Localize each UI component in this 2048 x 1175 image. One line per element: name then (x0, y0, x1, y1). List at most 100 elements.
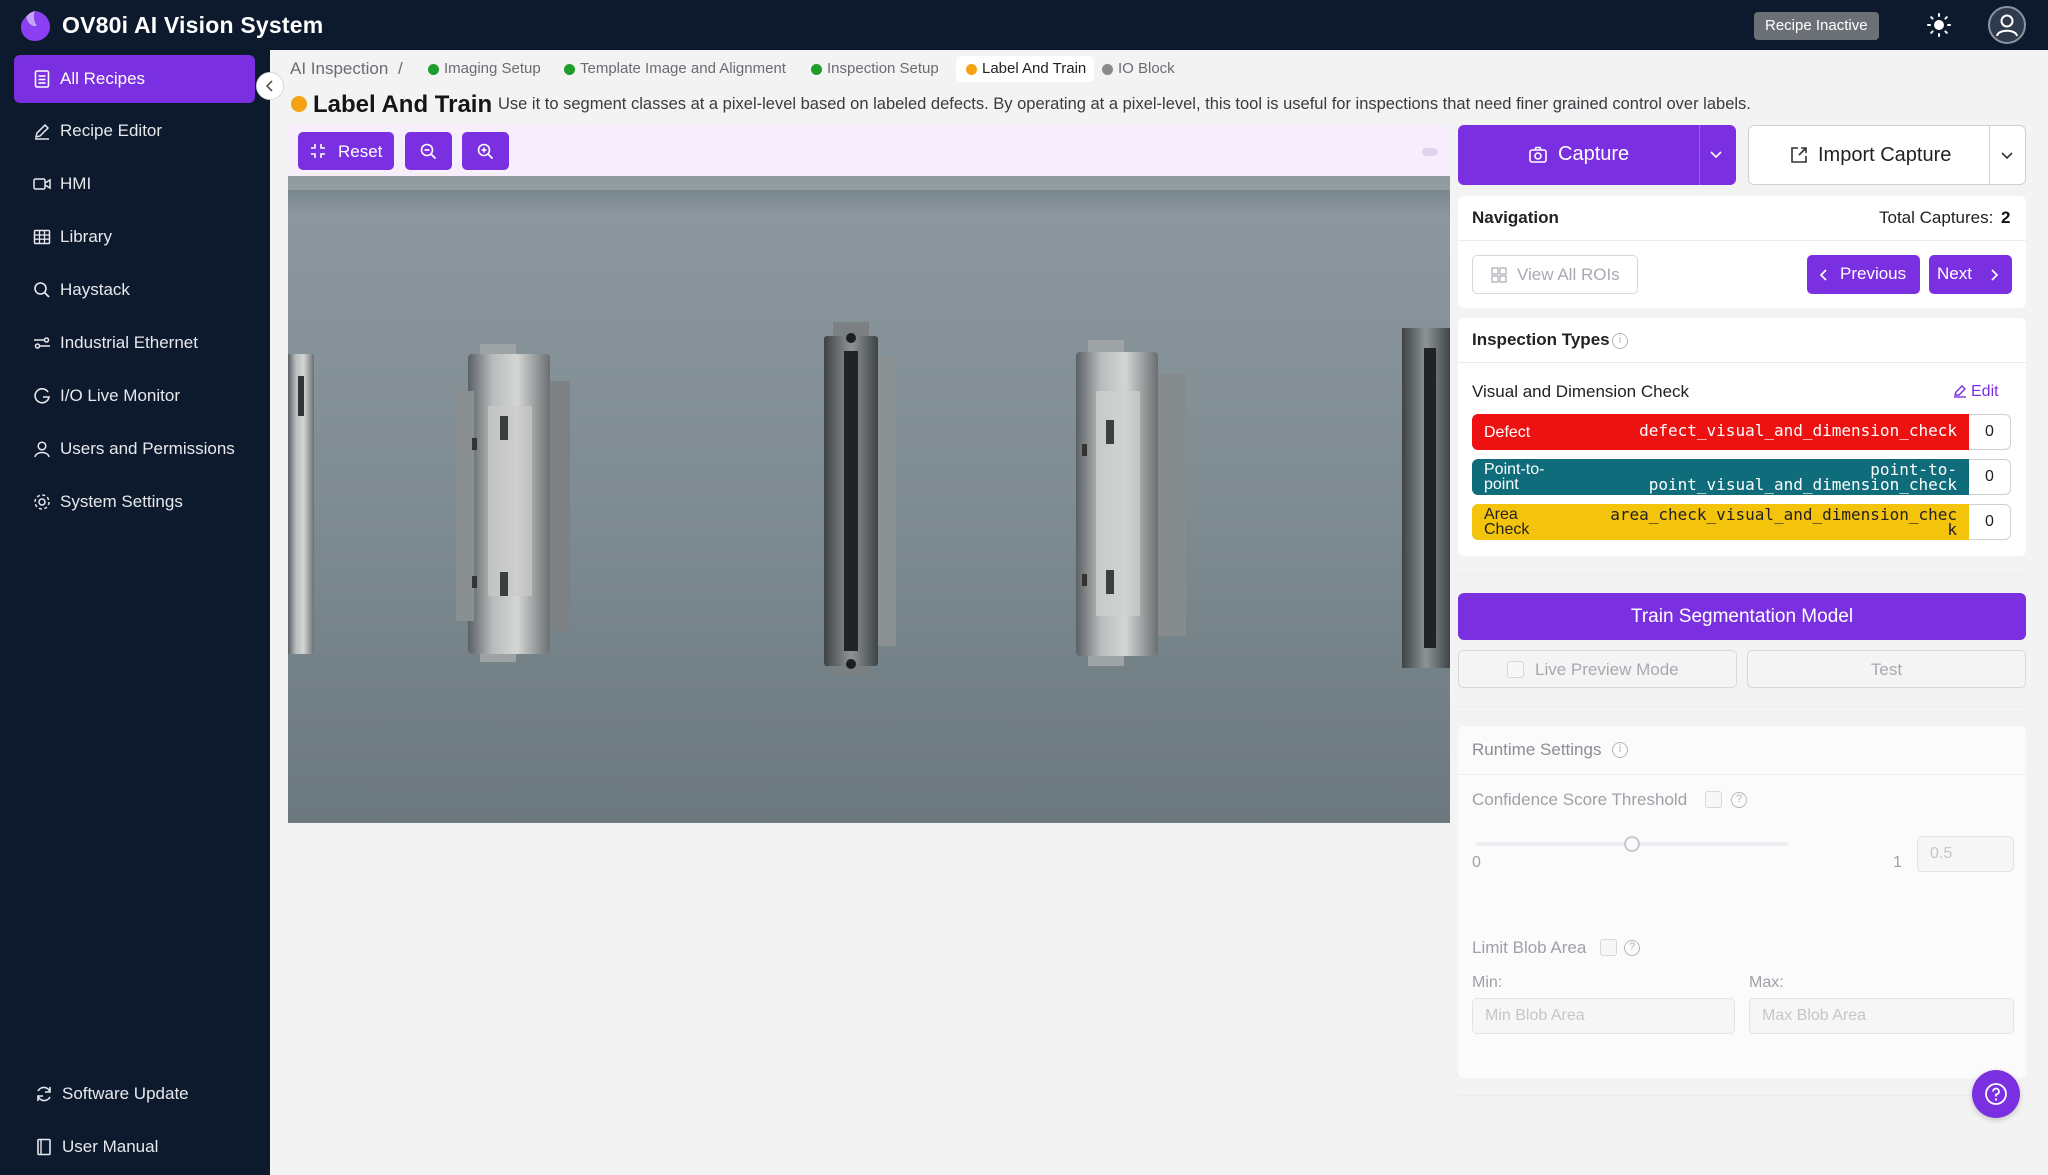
chevron-left-icon (1819, 269, 1827, 281)
help-circle-icon (1985, 1083, 2007, 1105)
reset-label: Reset (338, 142, 383, 161)
book-icon (37, 1138, 51, 1156)
breadcrumb-step-label: Template Image and Alignment (580, 60, 786, 77)
section-divider (1458, 1095, 2026, 1096)
edit-label: Edit (1971, 383, 1999, 400)
navigation-title: Navigation (1472, 208, 1559, 227)
inspection-type-name: Defect (1484, 424, 1531, 441)
capture-image-canvas[interactable] (288, 176, 1450, 823)
breadcrumb-root[interactable]: AI Inspection (290, 59, 388, 79)
capture-button[interactable]: Capture (1458, 125, 1736, 185)
sidebar-item-hmi[interactable]: HMI (14, 160, 255, 208)
import-capture-button[interactable]: Import Capture (1748, 125, 2026, 185)
breadcrumb-step-label: IO Block (1118, 60, 1175, 77)
zoom-in-button[interactable] (462, 132, 509, 170)
card-divider (1458, 774, 2026, 775)
sidebar-item-haystack[interactable]: Haystack (14, 266, 255, 314)
document-list-icon (34, 70, 50, 88)
sidebar: All Recipes Recipe Editor HMI Library Ha… (0, 50, 270, 1175)
sidebar-item-label: System Settings (60, 492, 183, 511)
train-segmentation-model-button[interactable]: Train Segmentation Model (1458, 593, 2026, 640)
sidebar-collapse-button[interactable] (256, 72, 284, 100)
total-captures-label: Total Captures: (1879, 208, 1994, 227)
sidebar-item-user-manual[interactable]: User Manual (14, 1123, 255, 1171)
toolbar-scroll-indicator (1422, 148, 1438, 156)
chevron-down-icon[interactable] (1999, 149, 2015, 163)
connector-part (824, 322, 896, 676)
inspection-type-code: k (1947, 520, 1957, 539)
max-blob-label: Max: (1749, 974, 1784, 991)
min-blob-area-input[interactable]: Min Blob Area (1472, 998, 1735, 1034)
user-account-button[interactable] (1988, 6, 2026, 44)
chevron-down-icon[interactable] (1708, 148, 1724, 162)
zoom-out-icon (420, 143, 437, 160)
sidebar-item-users-and-permissions[interactable]: Users and Permissions (14, 425, 255, 473)
inspection-type-name: point (1484, 476, 1519, 493)
min-blob-label: Min: (1472, 974, 1503, 991)
theme-toggle-button[interactable] (1919, 8, 1959, 42)
inspection-type-row-point-to-point[interactable]: Point-to- point point-to- point_visual_a… (1472, 459, 2012, 495)
sidebar-item-industrial-ethernet[interactable]: Industrial Ethernet (14, 319, 255, 367)
network-icon (34, 337, 50, 349)
test-button[interactable]: Test (1747, 650, 2026, 688)
info-icon[interactable]: i (1612, 742, 1628, 758)
recipe-status-badge: Recipe Inactive (1754, 12, 1879, 40)
breadcrumb-step-inspection-setup[interactable]: Inspection Setup (801, 56, 947, 82)
chevron-right-icon (1991, 269, 1999, 281)
chevron-left-icon (265, 80, 273, 92)
help-circle-icon[interactable]: ? (1624, 940, 1640, 956)
confidence-threshold-label: Confidence Score Threshold (1472, 790, 1688, 809)
confidence-threshold-input[interactable]: 0.5 (1917, 836, 2014, 872)
inspection-type-row-area-check[interactable]: Area Check area_check_visual_and_dimensi… (1472, 504, 2012, 540)
previous-button[interactable]: Previous (1807, 255, 1920, 294)
slider-max-label: 1 (1893, 854, 1902, 871)
grid-icon (1491, 267, 1507, 283)
help-circle-icon[interactable]: ? (1731, 792, 1747, 808)
max-blob-area-input[interactable]: Max Blob Area (1749, 998, 2014, 1034)
next-button[interactable]: Next (1929, 255, 2012, 294)
image-toolbar: Reset (288, 124, 1450, 176)
breadcrumb-step-label: Imaging Setup (444, 60, 541, 77)
runtime-settings-title: Runtime Settings (1472, 740, 1602, 759)
sidebar-item-label: Recipe Editor (60, 121, 163, 140)
breadcrumb-step-template-image-and-alignment[interactable]: Template Image and Alignment (554, 56, 794, 82)
sidebar-item-all-recipes[interactable]: All Recipes (14, 55, 255, 103)
sidebar-item-label: Industrial Ethernet (60, 333, 198, 352)
live-preview-mode-toggle[interactable]: Live Preview Mode (1458, 650, 1737, 688)
zoom-out-button[interactable] (405, 132, 452, 170)
live-preview-checkbox[interactable] (1507, 661, 1524, 678)
page-description: Use it to segment classes at a pixel-lev… (498, 95, 1751, 113)
gear-icon (34, 494, 50, 510)
sidebar-item-label: User Manual (62, 1137, 159, 1156)
sidebar-item-label: HMI (60, 174, 92, 193)
breadcrumb-step-label-and-train[interactable]: Label And Train (956, 56, 1095, 82)
inspection-type-bar: Point-to- point point-to- point_visual_a… (1472, 459, 1969, 495)
info-icon[interactable]: i (1612, 333, 1628, 349)
status-dot (811, 64, 822, 75)
sidebar-item-software-update[interactable]: Software Update (14, 1070, 255, 1118)
limit-blob-area-checkbox[interactable] (1600, 939, 1617, 956)
status-dot (564, 64, 575, 75)
app-title: OV80i AI Vision System (62, 12, 324, 38)
limit-blob-area-label: Limit Blob Area (1472, 938, 1587, 957)
sidebar-item-recipe-editor[interactable]: Recipe Editor (14, 107, 255, 155)
breadcrumb-step-imaging-setup[interactable]: Imaging Setup (418, 56, 549, 82)
breadcrumb-step-io-block[interactable]: IO Block (1092, 56, 1183, 82)
confidence-slider-thumb[interactable] (1624, 836, 1640, 852)
sidebar-item-system-settings[interactable]: System Settings (14, 478, 255, 526)
view-all-rois-button[interactable]: View All ROIs (1472, 255, 1638, 294)
inspection-type-name: Point-to- (1484, 461, 1545, 478)
breadcrumb-step-label: Label And Train (982, 60, 1087, 77)
sidebar-item-io-live-monitor[interactable]: I/O Live Monitor (14, 372, 255, 420)
help-button[interactable] (1972, 1070, 2020, 1118)
inspection-type-row-defect[interactable]: Defect defect_visual_and_dimension_check… (1472, 414, 2012, 450)
connector-part (1076, 340, 1186, 666)
pencil-icon (1954, 385, 1966, 398)
next-label: Next (1937, 264, 1972, 283)
sidebar-item-library[interactable]: Library (14, 213, 255, 261)
sidebar-item-label: All Recipes (60, 69, 146, 88)
total-captures-value: 2 (2001, 208, 2011, 227)
edit-link[interactable]: Edit (1953, 383, 1999, 401)
confidence-threshold-checkbox[interactable] (1705, 791, 1722, 808)
reset-button[interactable]: Reset (298, 132, 394, 170)
